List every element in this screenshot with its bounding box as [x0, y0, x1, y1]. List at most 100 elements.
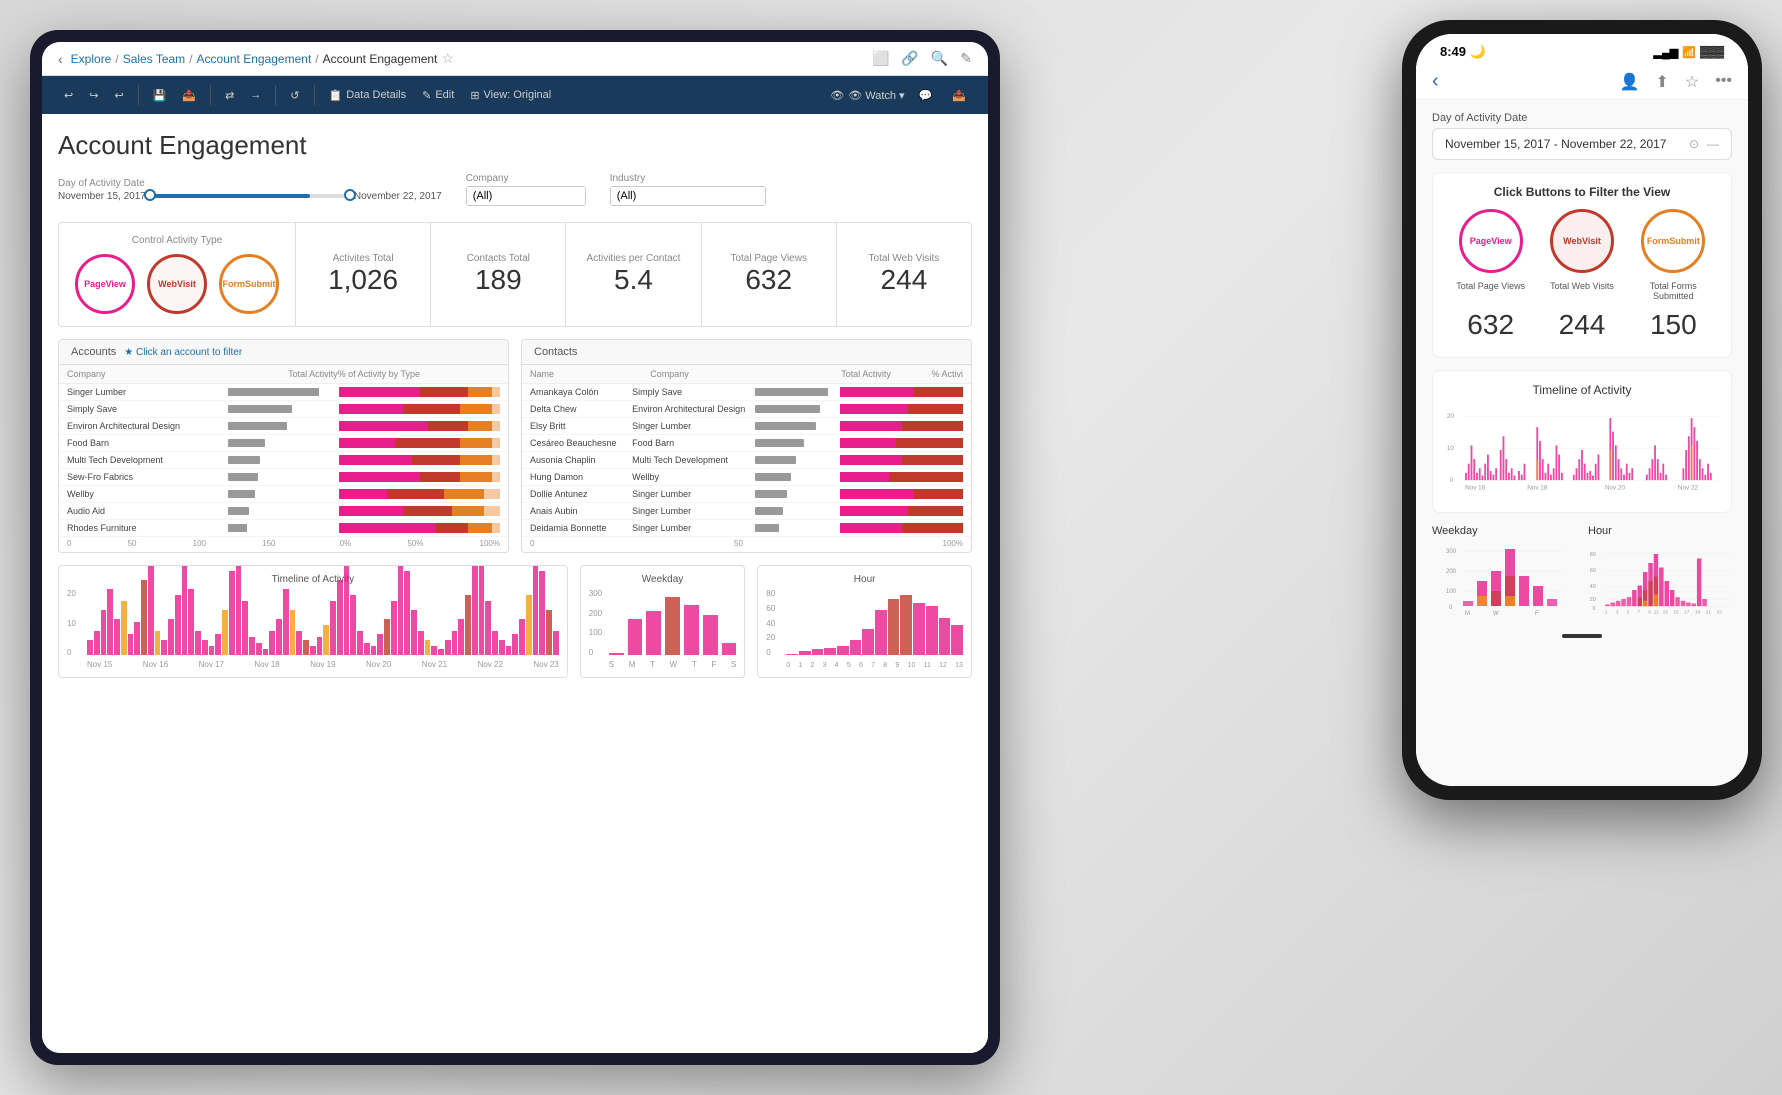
- breadcrumb-account-engagement-link[interactable]: Account Engagement: [197, 52, 312, 66]
- phone-val-webvisits: 244: [1559, 309, 1606, 341]
- svg-text:5: 5: [1627, 609, 1630, 614]
- search-icon[interactable]: 🔍: [931, 50, 948, 67]
- svg-text:19: 19: [1695, 609, 1701, 614]
- phone-device: 8:49 🌙 ▂▄▆ 📶 ▓▓▓ ‹ 👤 ⬆ ☆ ••• Day of Acti…: [1402, 20, 1762, 800]
- total-page-views-label: Total Page Views: [730, 253, 807, 264]
- phone-back-button[interactable]: ‹: [1432, 70, 1439, 93]
- favorite-icon[interactable]: ☆: [441, 50, 454, 67]
- phone-hour-svg: 80 60 40 20 0: [1588, 541, 1732, 621]
- activities-per-contact-value: 5.4: [614, 264, 653, 296]
- table-row: Dollie Antunez Singer Lumber: [522, 486, 971, 503]
- accounts-panel: Accounts ★ Click an account to filter Co…: [58, 339, 509, 553]
- swap-button[interactable]: ⇄: [219, 86, 240, 105]
- phone-kpi-values: 632 244 150: [1445, 301, 1719, 345]
- table-row: Anais Aubin Singer Lumber: [522, 503, 971, 520]
- redo-button[interactable]: ↪: [83, 86, 104, 105]
- data-details-button[interactable]: 📋 Data Details: [323, 86, 413, 105]
- webvisit-button[interactable]: WebVisit: [147, 254, 207, 314]
- share-icon[interactable]: 🔗: [901, 50, 918, 67]
- edit-icon[interactable]: ✎: [960, 50, 972, 67]
- total-page-views-value: 632: [745, 264, 792, 296]
- phone-val-forms: 150: [1650, 309, 1697, 341]
- refresh-button[interactable]: ↺: [284, 86, 305, 105]
- table-row: Sew-Fro Fabrics: [59, 469, 508, 486]
- edit-pencil-icon: ✎: [422, 89, 431, 102]
- undo-button[interactable]: ↩: [58, 86, 79, 105]
- formsubmit-button[interactable]: FormSubmit: [219, 254, 279, 314]
- timeline-chart-area: 20 10 0 Nov 15 Nov 16 Nov 17 Nov 18 Nov …: [67, 589, 559, 669]
- watch-button[interactable]: 👁 👁 Watch ▾: [830, 89, 904, 102]
- phone-date-icon1[interactable]: ⊙: [1689, 137, 1699, 151]
- phone-formsubmit-button[interactable]: FormSubmit: [1641, 209, 1705, 273]
- total-web-visits-value: 244: [881, 264, 928, 296]
- weekday-bars: [609, 589, 737, 655]
- share-toolbar-button[interactable]: 📤: [946, 86, 972, 105]
- date-slider[interactable]: [150, 194, 350, 198]
- battery-icon: ▓▓▓: [1700, 46, 1724, 58]
- industry-input[interactable]: [610, 186, 766, 206]
- table-row: Food Barn: [59, 435, 508, 452]
- svg-text:13: 13: [1663, 609, 1669, 614]
- arrow-button[interactable]: →: [244, 86, 267, 104]
- phone-share-icon[interactable]: ⬆: [1655, 72, 1668, 92]
- tableau-toolbar: ↩ ↪ ↩ 💾 📤 ⇄ → ↺ 📋 Data Details ✎ Edit ⊞ …: [42, 76, 988, 114]
- contacts-title: Contacts: [534, 346, 577, 358]
- svg-text:100: 100: [1446, 589, 1457, 595]
- pageview-button[interactable]: PageView: [75, 254, 135, 314]
- activities-per-contact-section: Activities per Contact 5.4: [566, 223, 701, 326]
- comment-button[interactable]: 💬: [913, 86, 939, 105]
- accounts-title: Accounts: [71, 346, 116, 358]
- phone-timeline-title: Timeline of Activity: [1445, 383, 1719, 397]
- hour-chart-area: 80 60 40 20 0 012 345 678 91011: [766, 589, 963, 669]
- slider-handle-right[interactable]: [344, 189, 356, 201]
- save-button[interactable]: 💾: [147, 86, 173, 105]
- phone-webvisit-button[interactable]: WebVisit: [1550, 209, 1614, 273]
- phone-date-icon2[interactable]: —: [1707, 137, 1719, 151]
- accounts-table-header: Company Total Activity % of Activity by …: [59, 365, 508, 384]
- date-start: November 15, 2017: [58, 191, 146, 202]
- wifi-icon: 📶: [1682, 46, 1696, 59]
- hour-panel: Hour 80 60 40 20 0 012 345: [757, 565, 972, 678]
- phone-label-webvisits: Total Web Visits: [1546, 281, 1618, 301]
- toolbar-sep-2: [210, 85, 211, 105]
- breadcrumb-explore[interactable]: Explore: [71, 52, 112, 66]
- contacts-total-value: 189: [475, 264, 522, 296]
- timeline-x-labels: Nov 15 Nov 16 Nov 17 Nov 18 Nov 19 Nov 2…: [87, 660, 559, 669]
- timeline-bars: [87, 589, 559, 655]
- weekday-title: Weekday: [589, 574, 737, 585]
- phone-more-icon[interactable]: •••: [1715, 72, 1732, 92]
- tablet-device: ‹ Explore / Sales Team / Account Engagem…: [30, 30, 1000, 1065]
- nav-back-button[interactable]: ‹: [58, 51, 63, 67]
- phone-filter-title: Click Buttons to Filter the View: [1445, 185, 1719, 199]
- phone-person-icon[interactable]: 👤: [1620, 72, 1640, 92]
- signal-icon: ▂▄▆: [1654, 46, 1679, 59]
- phone-filter-section: Click Buttons to Filter the View PageVie…: [1432, 172, 1732, 358]
- svg-text:40: 40: [1590, 584, 1596, 590]
- phone-timeline-svg: 20 10 0: [1445, 405, 1719, 495]
- phone-star-icon[interactable]: ☆: [1685, 72, 1699, 92]
- edit-toolbar-button[interactable]: ✎ Edit: [416, 86, 460, 105]
- account-filter-link[interactable]: ★ Click an account to filter: [124, 347, 242, 358]
- date-filter-group: Day of Activity Date November 15, 2017 N…: [58, 178, 442, 202]
- company-select[interactable]: (All): [466, 186, 586, 206]
- phone-timeline-section: Timeline of Activity 20 10 0: [1432, 370, 1732, 513]
- total-web-visits-section: Total Web Visits 244: [837, 223, 971, 326]
- undo2-button[interactable]: ↩: [108, 86, 129, 105]
- svg-text:F: F: [1535, 611, 1539, 617]
- slider-handle-left[interactable]: [144, 189, 156, 201]
- toolbar-right: 👁 👁 Watch ▾ 💬 📤: [830, 86, 972, 105]
- activities-total-value: 1,026: [328, 264, 398, 296]
- svg-text:11: 11: [1654, 609, 1659, 614]
- total-page-views-section: Total Page Views 632: [702, 223, 837, 326]
- export-button[interactable]: 📤: [176, 86, 202, 105]
- view-button[interactable]: ⊞ View: Original: [464, 86, 557, 105]
- phone-pageview-button[interactable]: PageView: [1459, 209, 1523, 273]
- breadcrumb-sales-team[interactable]: Sales Team: [123, 52, 185, 66]
- svg-text:21: 21: [1706, 609, 1712, 614]
- col-company-header: Company: [67, 369, 229, 379]
- phone-content: Day of Activity Date November 15, 2017 -…: [1416, 100, 1748, 786]
- svg-text:20: 20: [1447, 413, 1455, 420]
- date-end: November 22, 2017: [354, 191, 442, 202]
- tablet-icon[interactable]: ⬜: [872, 50, 889, 67]
- activity-type-buttons: PageView WebVisit FormSubmit: [75, 254, 279, 314]
